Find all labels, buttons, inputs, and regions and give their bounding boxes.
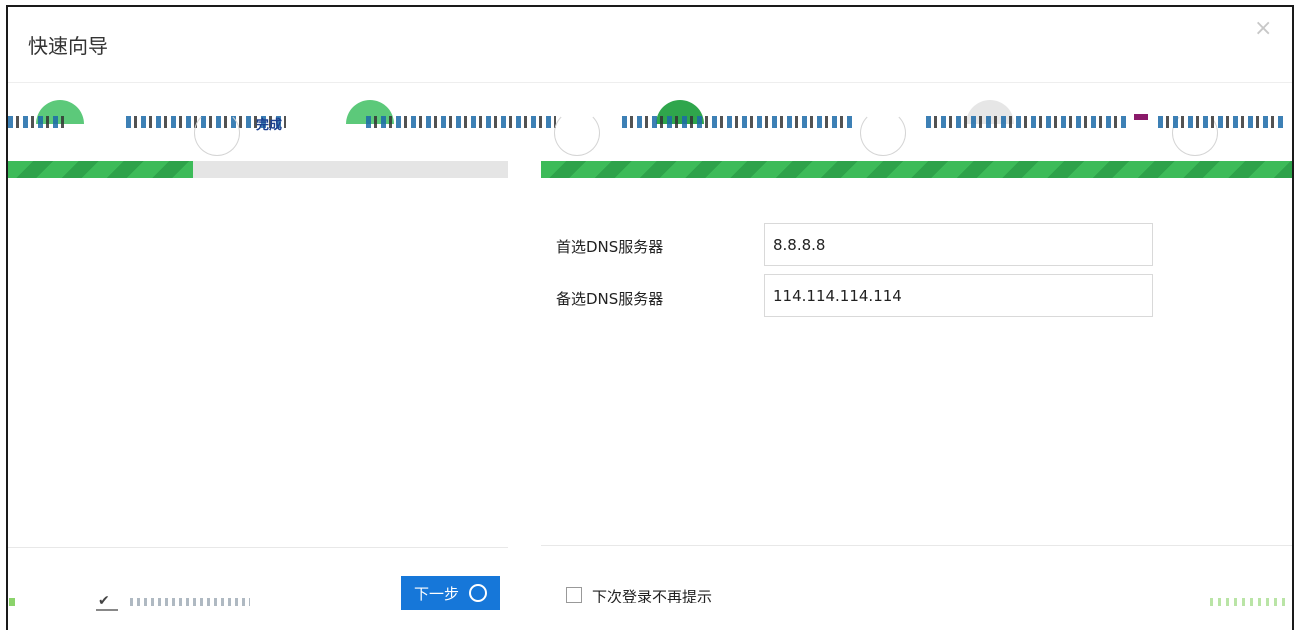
check-icon: ✔ bbox=[98, 593, 110, 609]
panel-gap bbox=[508, 150, 541, 630]
dont-show-again-label: 下次登录不再提示 bbox=[592, 588, 713, 603]
step-5-marker bbox=[1134, 114, 1148, 120]
next-step-label: 下一步 bbox=[413, 585, 459, 603]
footer-label-artifact bbox=[130, 598, 250, 606]
footer-right-artifact bbox=[1210, 598, 1286, 606]
dialog-title: 快速向导 bbox=[28, 34, 108, 58]
left-panel bbox=[8, 178, 508, 630]
step-3-ring bbox=[554, 110, 600, 156]
step-2-label: 完成 bbox=[256, 118, 283, 133]
close-icon[interactable]: × bbox=[1254, 18, 1272, 40]
next-step-button[interactable]: 下一步 bbox=[401, 576, 500, 610]
step-4-label-artifact bbox=[926, 116, 1126, 128]
progress-fill-right bbox=[541, 161, 1292, 178]
arrow-right-circle-icon bbox=[469, 584, 487, 602]
secondary-dns-input[interactable] bbox=[764, 274, 1153, 317]
left-footer-divider bbox=[8, 547, 508, 548]
step-5-label-artifact bbox=[1158, 116, 1286, 128]
step-2-ring bbox=[194, 110, 240, 156]
header-divider bbox=[8, 82, 1292, 83]
primary-dns-input[interactable] bbox=[764, 223, 1153, 266]
progress-fill-left bbox=[8, 161, 193, 178]
check-underline bbox=[96, 609, 118, 611]
right-footer-divider bbox=[541, 545, 1292, 546]
dont-show-again-checkbox[interactable] bbox=[566, 587, 582, 603]
primary-dns-label: 首选DNS服务器 bbox=[556, 238, 664, 256]
edge-artifact bbox=[9, 598, 15, 606]
secondary-dns-label: 备选DNS服务器 bbox=[556, 290, 664, 308]
wizard-stepper: 完成 bbox=[8, 96, 1292, 156]
step-1-label-artifact bbox=[8, 116, 68, 128]
step-4-ring bbox=[860, 110, 906, 156]
progress-bar-right bbox=[541, 161, 1292, 178]
step-2-connector-artifact bbox=[366, 116, 556, 128]
progress-bar-left bbox=[8, 161, 508, 178]
step-3-label-artifact bbox=[622, 116, 852, 128]
